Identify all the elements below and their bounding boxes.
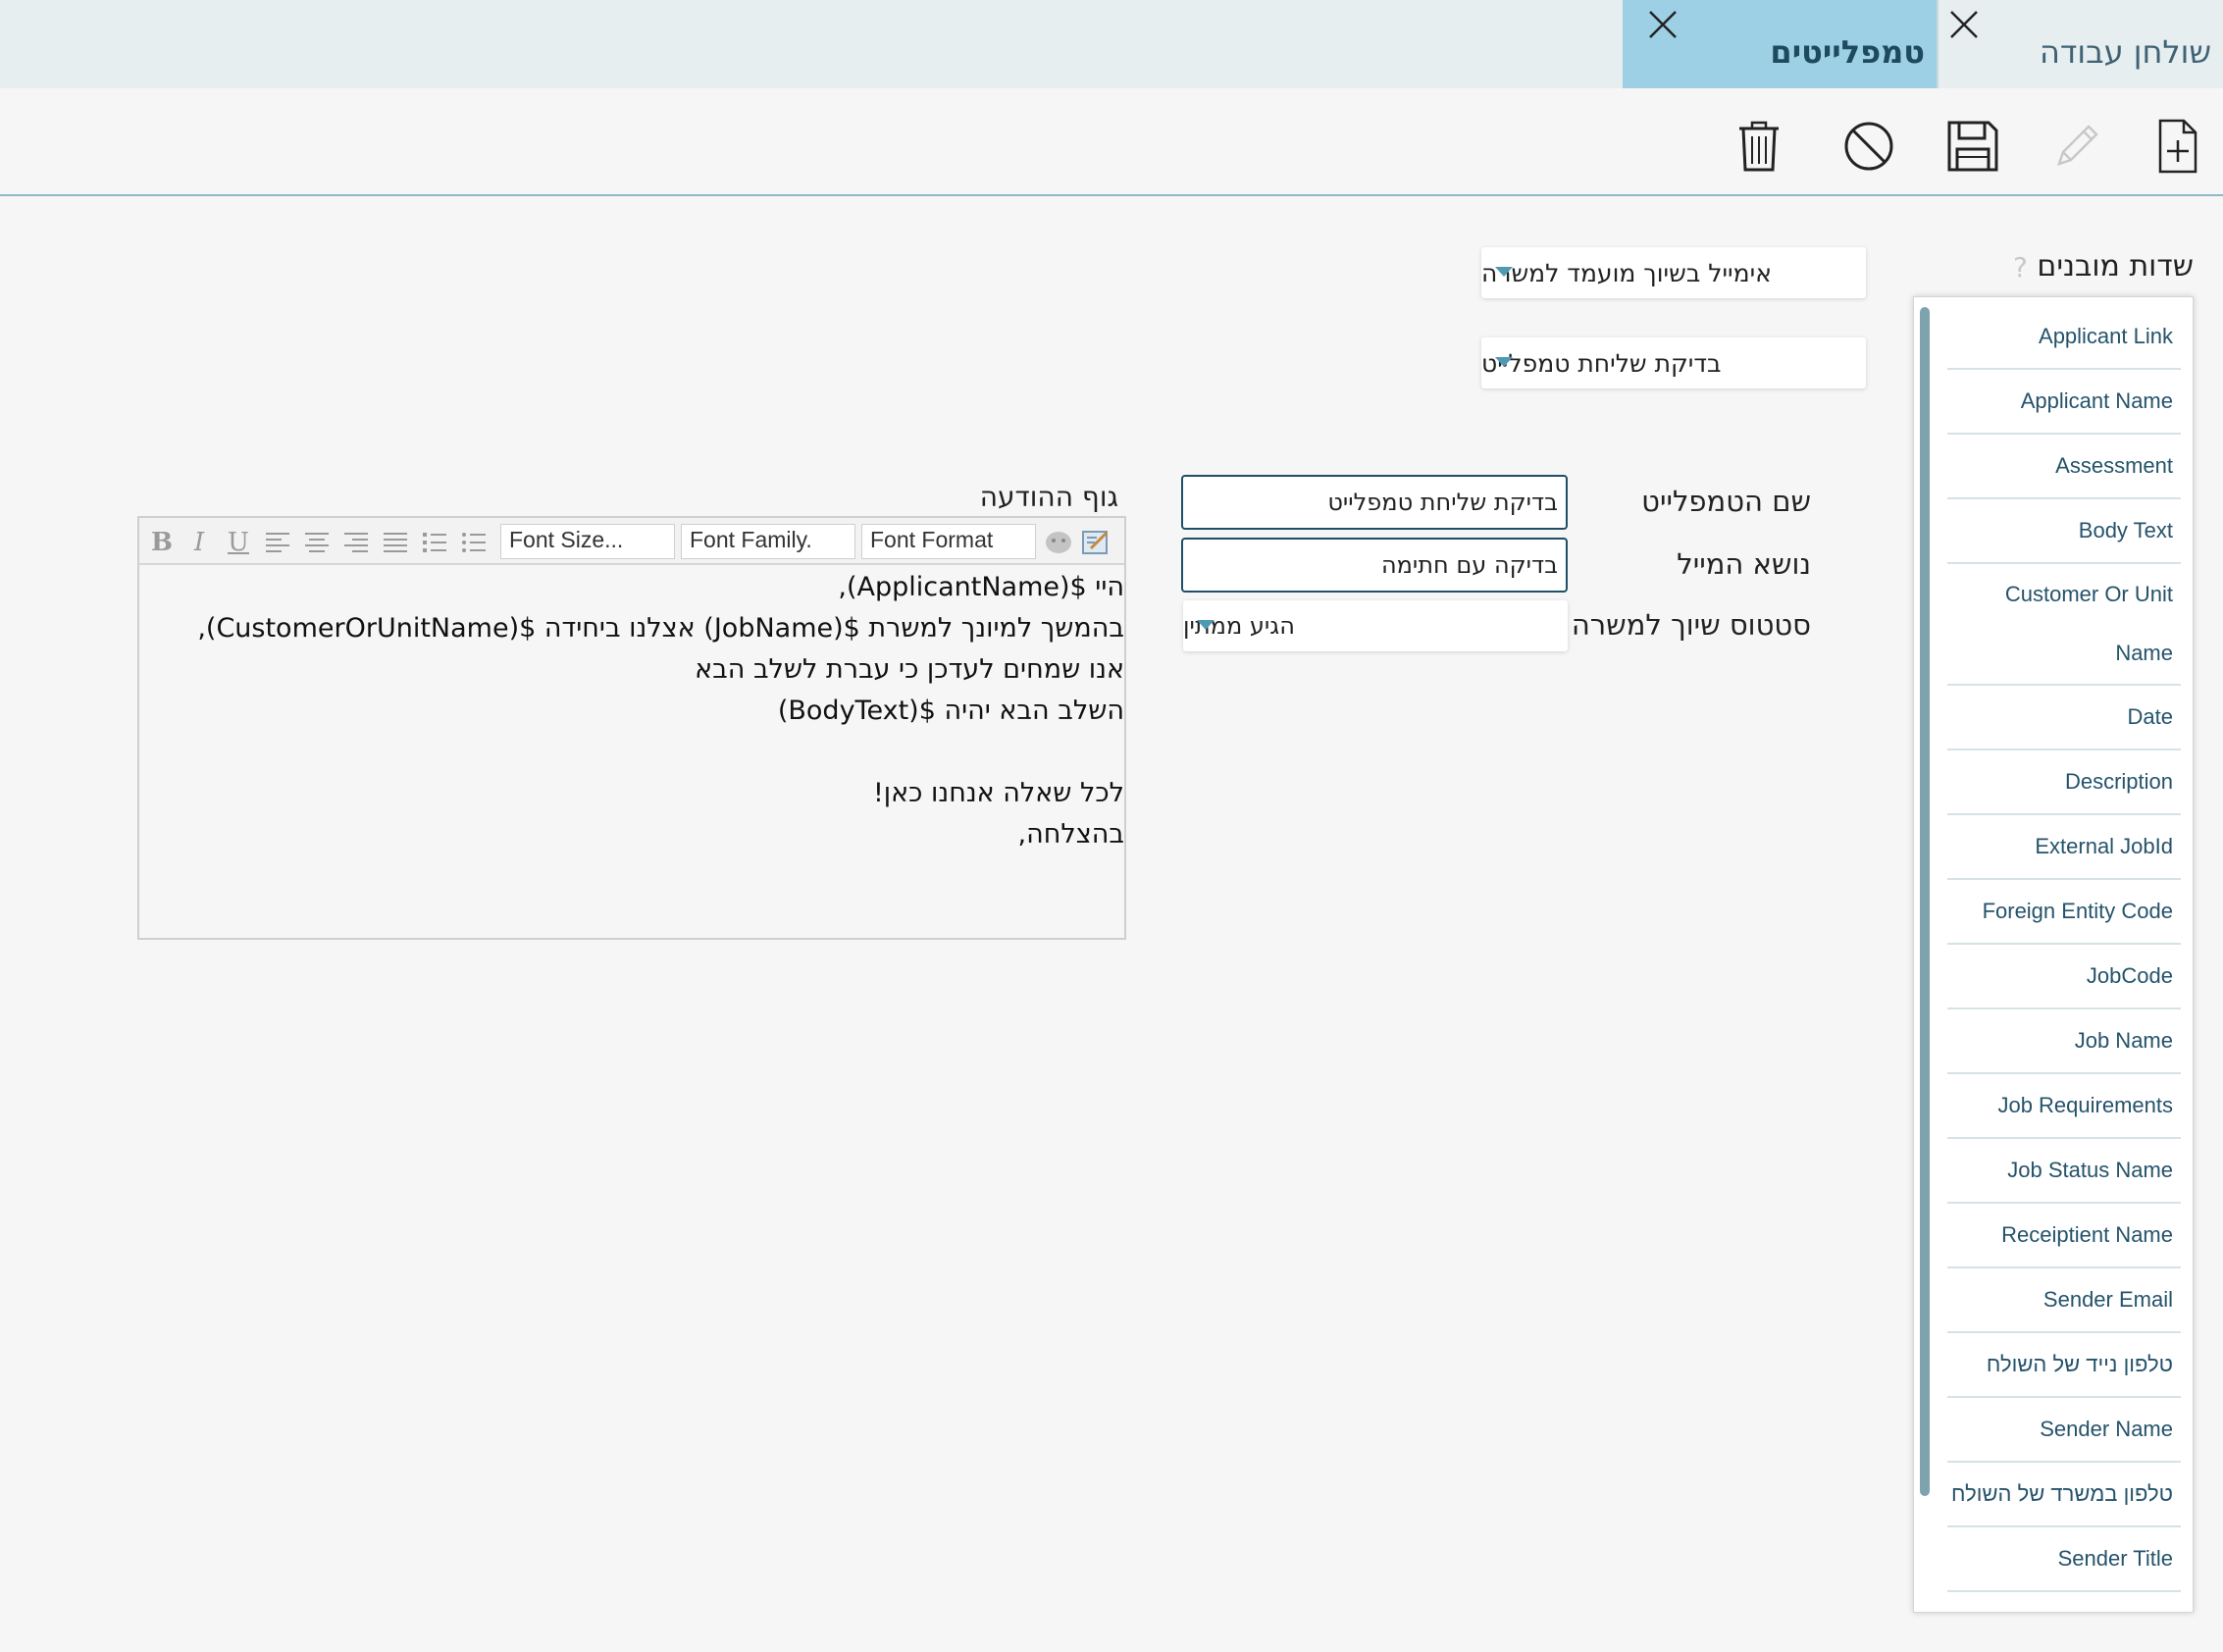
status-label: סטטוס שיוך למשרה: [1571, 608, 1811, 642]
field-item-assessment[interactable]: Assessment: [1947, 435, 2181, 499]
field-item-applicant-link[interactable]: Applicant Link: [1947, 305, 2181, 370]
editor-line: בהמשך למיונך למשרת $(JobName) אצלנו ביחי…: [197, 613, 1124, 644]
delete-icon: [1739, 121, 1779, 172]
field-item-customer-line2: Name: [2115, 641, 2173, 665]
align-justify-icon[interactable]: [381, 528, 410, 557]
align-center-icon[interactable]: [302, 528, 332, 557]
tab-workspace[interactable]: שולחן עבודה: [1938, 0, 2223, 88]
align-right-icon[interactable]: [341, 528, 371, 557]
field-item-sender-mobile[interactable]: טלפון נייד של השולח: [1947, 1333, 2181, 1398]
editor-line: השלב הבא יהיה $(BodyText): [777, 696, 1124, 726]
field-item-jobcode[interactable]: JobCode: [1947, 945, 2181, 1009]
field-item-customer-or-unit-name[interactable]: Customer Or Unit Name: [1947, 564, 2181, 686]
field-item-customer-line1: Customer Or Unit: [2004, 582, 2173, 606]
chevron-down-icon: [1495, 357, 1513, 367]
smiley-icon[interactable]: [1044, 528, 1073, 557]
subject-input[interactable]: בדיקה עם חתימה: [1181, 538, 1568, 593]
field-item-sender-name[interactable]: Sender Name: [1947, 1398, 2181, 1463]
fields-list: Applicant Link Applicant Name Assessment…: [1947, 305, 2181, 1592]
field-item-description[interactable]: Description: [1947, 750, 2181, 815]
bold-icon[interactable]: B: [147, 528, 177, 557]
field-item-external-jobid[interactable]: External JobId: [1947, 815, 2181, 880]
field-item-sender-title[interactable]: Sender Title: [1947, 1527, 2181, 1592]
editor-line: אנו שמחים לעדכן כי עברת לשלב הבא: [695, 654, 1124, 685]
status-select[interactable]: הגיע ממתין: [1183, 600, 1568, 651]
body-label: גוף ההודעה: [979, 481, 1118, 513]
editor-line: היי $(ApplicantName),: [838, 572, 1124, 602]
tab-templates[interactable]: טמפלייטים: [1623, 0, 1937, 88]
cancel-icon: [1844, 122, 1893, 171]
field-item-receiptient-name[interactable]: Receiptient Name: [1947, 1204, 2181, 1268]
cancel-button[interactable]: [1835, 112, 1903, 181]
body-editor: B I U Font Size... Font Family. Font For…: [137, 516, 1126, 940]
field-item-foreign-entity-code[interactable]: Foreign Entity Code: [1947, 880, 2181, 945]
template-select[interactable]: בדיקת שליחת טמפלייט: [1481, 337, 1866, 388]
field-item-body-text[interactable]: Body Text: [1947, 499, 2181, 564]
field-item-job-requirements[interactable]: Job Requirements: [1947, 1074, 2181, 1139]
close-icon[interactable]: [1646, 8, 1680, 41]
editor-line: לכל שאלה אנחנו כאן!: [872, 778, 1124, 808]
close-icon[interactable]: [1947, 8, 1981, 41]
help-icon[interactable]: ?: [2013, 251, 2028, 284]
edit-icon: [2057, 125, 2098, 166]
subject-label: נושא המייל: [1677, 547, 1811, 581]
toolbar: [0, 88, 2223, 196]
field-item-applicant-name[interactable]: Applicant Name: [1947, 370, 2181, 435]
field-item-job-status-name[interactable]: Job Status Name: [1947, 1139, 2181, 1204]
field-item-sender-email[interactable]: Sender Email: [1947, 1268, 2181, 1333]
font-size-select[interactable]: Font Size...: [500, 524, 675, 559]
delete-button[interactable]: [1725, 112, 1793, 181]
category-select-value: אימייל בשיוך מועמד למשרה: [1481, 258, 1772, 287]
save-button[interactable]: [1939, 112, 2007, 181]
fields-list-panel: Applicant Link Applicant Name Assessment…: [1913, 296, 2194, 1613]
template-name-label: שם הטמפלייט: [1641, 485, 1811, 518]
new-button[interactable]: [2143, 112, 2211, 181]
tab-workspace-label: שולחן עבודה: [2040, 33, 2211, 71]
align-left-icon[interactable]: [263, 528, 292, 557]
editor-body[interactable]: היי $(ApplicantName), בהמשך למיונך למשרת…: [139, 565, 1124, 938]
tab-templates-label: טמפלייטים: [1770, 33, 1925, 71]
field-item-job-name[interactable]: Job Name: [1947, 1009, 2181, 1074]
font-format-select[interactable]: Font Format: [861, 524, 1036, 559]
fields-scrollbar[interactable]: [1920, 307, 1930, 1496]
editor-toolbar: B I U Font Size... Font Family. Font For…: [139, 518, 1124, 565]
chevron-down-icon: [1495, 267, 1513, 277]
template-name-input[interactable]: בדיקת שליחת טמפלייט: [1181, 475, 1568, 530]
tab-bar: טמפלייטים שולחן עבודה: [0, 0, 2223, 88]
save-icon: [1947, 121, 1998, 172]
chevron-down-icon: [1197, 620, 1215, 630]
editor-line: בהצלחה,: [1017, 819, 1124, 850]
font-family-select[interactable]: Font Family.: [681, 524, 855, 559]
underline-icon[interactable]: U: [224, 528, 253, 557]
new-document-icon: [2158, 119, 2197, 174]
template-select-value: בדיקת שליחת טמפלייט: [1481, 348, 1722, 378]
edit-button[interactable]: [2042, 112, 2111, 181]
field-item-sender-office-phone[interactable]: טלפון במשרד של השולח: [1947, 1463, 2181, 1527]
ordered-list-icon[interactable]: [420, 528, 449, 557]
insert-image-icon[interactable]: [1081, 528, 1111, 557]
field-item-date[interactable]: Date: [1947, 686, 2181, 750]
category-select[interactable]: אימייל בשיוך מועמד למשרה: [1481, 247, 1866, 298]
italic-icon[interactable]: I: [184, 528, 214, 557]
unordered-list-icon[interactable]: [459, 528, 489, 557]
